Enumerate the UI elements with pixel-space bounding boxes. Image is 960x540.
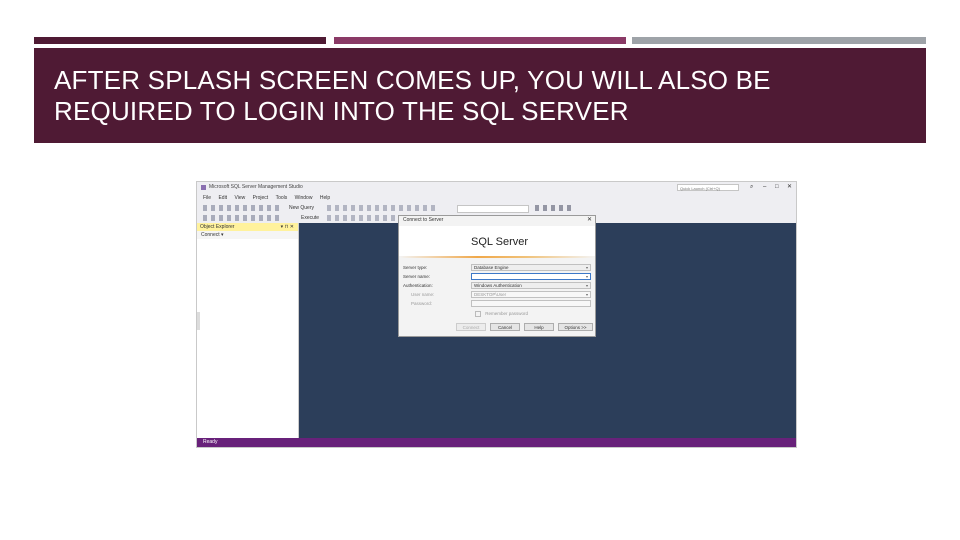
authentication-value: Windows Authentication (474, 283, 522, 288)
chevron-down-icon: ▾ (585, 274, 588, 279)
toolbar-icons[interactable] (203, 205, 283, 211)
search-icon[interactable]: ⌕ (750, 183, 753, 192)
dialog-close-icon[interactable]: ✕ (587, 216, 592, 223)
menu-tools[interactable]: Tools (276, 195, 288, 201)
password-row: Password: (403, 300, 593, 308)
password-input[interactable] (471, 300, 591, 307)
solution-config-combo[interactable] (457, 205, 529, 213)
new-query-button[interactable]: New Query (289, 203, 314, 213)
options-button[interactable]: Options >> (558, 323, 593, 331)
ssms-title-bar: Microsoft SQL Server Management Studio Q… (197, 182, 796, 193)
ssms-status-bar: Ready (197, 438, 796, 447)
sql-server-banner-title: SQL Server (471, 236, 529, 248)
connect-dropdown[interactable]: Connect ▾ (201, 232, 224, 238)
ssms-app-icon (201, 185, 206, 190)
toolbar-icons-tertiary[interactable] (535, 205, 575, 211)
remember-password-row[interactable]: Remember password (475, 311, 528, 317)
pin-icon[interactable]: ▾ ⊓ ✕ (281, 223, 294, 231)
toolbar-icons-secondary[interactable] (327, 205, 437, 211)
remember-password-label: Remember password (485, 311, 529, 317)
user-name-input[interactable]: DESKTOP\User ▾ (471, 291, 591, 298)
slide-title: AFTER SPLASH SCREEN COMES UP, YOU WILL A… (54, 65, 771, 126)
object-explorer-header: Object Explorer ▾ ⊓ ✕ (197, 223, 298, 231)
server-type-select[interactable]: Database Engine ▾ (471, 264, 591, 271)
object-explorer-title: Object Explorer (200, 224, 235, 230)
object-explorer-toolbar: Connect ▾ (197, 231, 298, 239)
dialog-button-row: Connect Cancel Help Options >> (399, 323, 595, 333)
server-type-label: Server type: (403, 265, 428, 270)
menu-file[interactable]: File (203, 195, 211, 201)
minimize-icon[interactable]: – (763, 183, 766, 192)
server-type-row: Server type: Database Engine ▾ (403, 264, 593, 272)
quick-launch-input[interactable]: Quick Launch (Ctrl+Q) (677, 184, 739, 191)
panel-splitter[interactable] (197, 312, 200, 330)
chevron-down-icon: ▾ (585, 265, 588, 270)
ssms-toolbar-standard: New Query (197, 203, 796, 213)
ssms-menu-bar: File Edit View Project Tools Window Help (197, 193, 796, 203)
close-icon[interactable]: ✕ (787, 183, 792, 192)
help-button[interactable]: Help (524, 323, 554, 331)
remember-password-checkbox[interactable] (475, 311, 481, 317)
execute-button[interactable]: Execute (301, 213, 319, 223)
title-band: AFTER SPLASH SCREEN COMES UP, YOU WILL A… (34, 48, 926, 143)
maximize-icon[interactable]: □ (775, 183, 779, 192)
authentication-label: Authentication: (403, 283, 433, 288)
password-label: Password: (411, 301, 433, 306)
dialog-title: Connect to Server (403, 217, 444, 223)
menu-edit[interactable]: Edit (218, 195, 227, 201)
database-combo[interactable] (203, 215, 283, 221)
authentication-row: Authentication: Windows Authentication ▾ (403, 282, 593, 290)
top-bar-right (632, 37, 926, 44)
chevron-down-icon: ▾ (585, 292, 588, 297)
menu-view[interactable]: View (234, 195, 245, 201)
server-name-input[interactable]: ▾ (471, 273, 591, 280)
menu-project[interactable]: Project (253, 195, 269, 201)
top-bar-middle (334, 37, 626, 44)
user-name-row: User name: DESKTOP\User ▾ (403, 291, 593, 299)
server-type-value: Database Engine (474, 265, 509, 270)
connect-button[interactable]: Connect (456, 323, 486, 331)
server-name-label: Server name: (403, 274, 431, 279)
user-name-label: User name: (411, 292, 435, 297)
menu-window[interactable]: Window (295, 195, 313, 201)
cancel-button[interactable]: Cancel (490, 323, 520, 331)
chevron-down-icon: ▾ (585, 283, 588, 288)
authentication-select[interactable]: Windows Authentication ▾ (471, 282, 591, 289)
ssms-screenshot: Microsoft SQL Server Management Studio Q… (196, 181, 797, 448)
top-bar-left (34, 37, 326, 44)
status-text: Ready (203, 439, 218, 445)
user-name-value: DESKTOP\User (474, 292, 507, 297)
connect-to-server-dialog: Connect to Server ✕ SQL Server Server ty… (398, 215, 596, 337)
server-name-row: Server name: ▾ (403, 273, 593, 281)
object-explorer-panel: Object Explorer ▾ ⊓ ✕ Connect ▾ (197, 223, 299, 438)
menu-help[interactable]: Help (320, 195, 330, 201)
ssms-window-title: Microsoft SQL Server Management Studio (209, 184, 303, 190)
dialog-banner: SQL Server (399, 226, 595, 258)
banner-accent-line (399, 256, 595, 258)
